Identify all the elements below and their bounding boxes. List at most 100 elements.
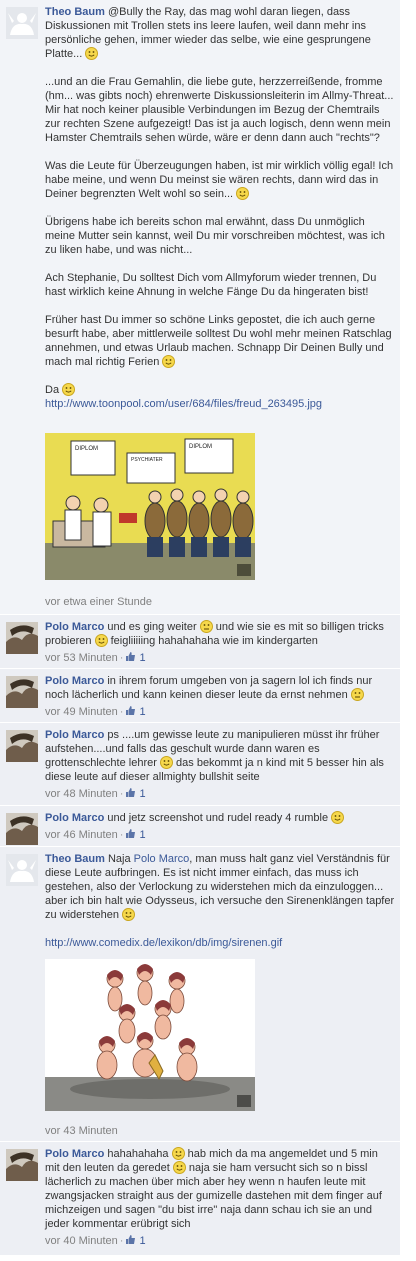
thumbs-up-icon[interactable] [125, 787, 136, 798]
smiley-icon [171, 1147, 185, 1160]
author-link[interactable]: Polo Marco [45, 621, 104, 633]
comment-paragraph: Theo Baum @Bully the Ray, das mag wohl d… [45, 5, 395, 61]
comment-paragraph: Da [45, 383, 395, 397]
mention-link[interactable]: Polo Marco [134, 853, 190, 865]
smiley-icon [122, 908, 136, 921]
comment-paragraph: ...und an die Frau Gemahlin, die liebe g… [45, 76, 394, 144]
comment: Polo Marco in ihrem forum umgeben von ja… [0, 669, 400, 723]
separator: · [119, 706, 124, 718]
smiley-icon [62, 383, 76, 396]
comment-text: Naja [107, 853, 131, 865]
embarrassed-smiley-icon [199, 620, 213, 633]
cartoon-sirens-illustration [45, 959, 255, 1111]
comment-body: Polo Marco und jetz screenshot und rudel… [45, 811, 395, 842]
thumbs-up-icon[interactable] [125, 651, 136, 662]
timestamp[interactable]: vor 46 Minuten [45, 829, 118, 841]
profile-photo-icon [6, 622, 38, 654]
comment: Polo Marco hahahahaha hab mich da ma ang… [0, 1142, 400, 1256]
smiley-icon [331, 811, 345, 824]
attachment-link[interactable]: http://www.toonpool.com/user/684/files/f… [45, 398, 322, 410]
avatar[interactable] [6, 7, 38, 39]
comment-paragraph: Übrigens habe ich bereits schon mal erwä… [45, 216, 385, 256]
attachment-image-sirens[interactable] [45, 959, 255, 1111]
timestamp[interactable]: vor 48 Minuten [45, 788, 118, 800]
avatar[interactable] [6, 854, 38, 886]
separator: · [119, 788, 124, 800]
diploma-label-middle: PSYCHIATER [131, 457, 163, 463]
comment-meta: vor 53 Minuten · 1 [45, 651, 395, 665]
comment-body: Polo Marco in ihrem forum umgeben von ja… [45, 674, 395, 719]
profile-photo-icon [6, 676, 38, 708]
separator: · [119, 1235, 124, 1247]
comment-body: Polo Marco ps ....um gewisse leute zu ma… [45, 728, 395, 801]
comment-body: Theo Baum Naja Polo Marco, man muss halt… [45, 852, 395, 950]
thumbs-up-icon[interactable] [125, 1234, 136, 1245]
like-count[interactable]: 1 [140, 652, 146, 664]
comment-paragraph: Früher hast Du immer so schöne Links gep… [45, 313, 395, 369]
comment: Theo Baum @Bully the Ray, das mag wohl d… [0, 0, 400, 615]
thumbs-up-icon[interactable] [125, 828, 136, 839]
cartoon-psychiatrist-illustration: DIPLOM PSYCHIATER DIPLOM [45, 433, 255, 580]
author-link[interactable]: Polo Marco [45, 675, 104, 687]
comment-paragraph: Was die Leute für Überzeugungen haben, i… [45, 159, 395, 201]
silhouette-avatar-icon [6, 7, 38, 39]
avatar[interactable] [6, 730, 38, 762]
timestamp[interactable]: vor etwa einer Stunde [45, 595, 152, 609]
like-count[interactable]: 1 [140, 1235, 146, 1247]
timestamp[interactable]: vor 53 Minuten [45, 652, 118, 664]
comment: Polo Marco ps ....um gewisse leute zu ma… [0, 723, 400, 806]
comment-meta: vor 46 Minuten · 1 [45, 828, 395, 842]
author-link[interactable]: Theo Baum [45, 853, 105, 865]
expand-icon[interactable] [237, 1095, 251, 1107]
comment-text: Da [45, 384, 60, 396]
avatar[interactable] [6, 1149, 38, 1181]
attachment-image-freud[interactable]: DIPLOM PSYCHIATER DIPLOM [45, 433, 255, 580]
comment-text: Früher hast Du immer so schöne Links gep… [45, 314, 392, 368]
smiley-icon [162, 355, 176, 368]
comment: Polo Marco und es ging weiter und wie si… [0, 615, 400, 669]
author-link[interactable]: Polo Marco [45, 729, 104, 741]
comment-paragraph: Theo Baum Naja Polo Marco, man muss halt… [45, 852, 395, 922]
author-link[interactable]: Theo Baum [45, 6, 105, 18]
like-count[interactable]: 1 [140, 706, 146, 718]
avatar[interactable] [6, 676, 38, 708]
comment: Theo Baum Naja Polo Marco, man muss halt… [0, 847, 400, 1142]
smiley-icon [159, 756, 173, 769]
profile-photo-icon [6, 1149, 38, 1181]
attachment-link[interactable]: http://www.comedix.de/lexikon/db/img/sir… [45, 937, 282, 949]
comment-meta: vor 48 Minuten · 1 [45, 787, 395, 801]
diploma-label-right: DIPLOM [189, 444, 212, 450]
comment-body: Polo Marco hahahahaha hab mich da ma ang… [45, 1147, 395, 1248]
comment-paragraph: Ach Stephanie, Du solltest Dich vom Allm… [45, 272, 377, 298]
separator: · [119, 829, 124, 841]
separator: · [119, 652, 124, 664]
comment-text: hahahahaha [107, 1148, 169, 1160]
comment-body: Theo Baum @Bully the Ray, das mag wohl d… [45, 5, 395, 411]
neutral-smiley-icon [350, 688, 364, 701]
comment-text: feigliiiiing hahahahaha wie im kindergar… [110, 635, 318, 647]
comment-meta: vor 40 Minuten · 1 [45, 1234, 395, 1248]
profile-photo-icon [6, 813, 38, 845]
avatar[interactable] [6, 622, 38, 654]
timestamp[interactable]: vor 40 Minuten [45, 1235, 118, 1247]
avatar[interactable] [6, 813, 38, 845]
smiley-icon [172, 1161, 186, 1174]
thumbs-up-icon[interactable] [125, 705, 136, 716]
author-link[interactable]: Polo Marco [45, 1148, 104, 1160]
comment-text: und es ging weiter [107, 621, 197, 633]
comment-text: Was die Leute für Überzeugungen haben, i… [45, 160, 394, 200]
smiley-icon [94, 634, 108, 647]
comment-meta: vor 49 Minuten · 1 [45, 705, 395, 719]
author-link[interactable]: Polo Marco [45, 812, 104, 824]
like-count[interactable]: 1 [140, 788, 146, 800]
expand-icon[interactable] [237, 564, 251, 576]
comment-text: und jetz screenshot und rudel ready 4 ru… [107, 812, 329, 824]
silhouette-avatar-icon [6, 854, 38, 886]
timestamp[interactable]: vor 49 Minuten [45, 706, 118, 718]
comment-body: Polo Marco und es ging weiter und wie si… [45, 620, 395, 665]
like-count[interactable]: 1 [140, 829, 146, 841]
timestamp[interactable]: vor 43 Minuten [45, 1124, 118, 1138]
smiley-icon [236, 187, 250, 200]
smiley-icon [85, 47, 99, 60]
profile-photo-icon [6, 730, 38, 762]
